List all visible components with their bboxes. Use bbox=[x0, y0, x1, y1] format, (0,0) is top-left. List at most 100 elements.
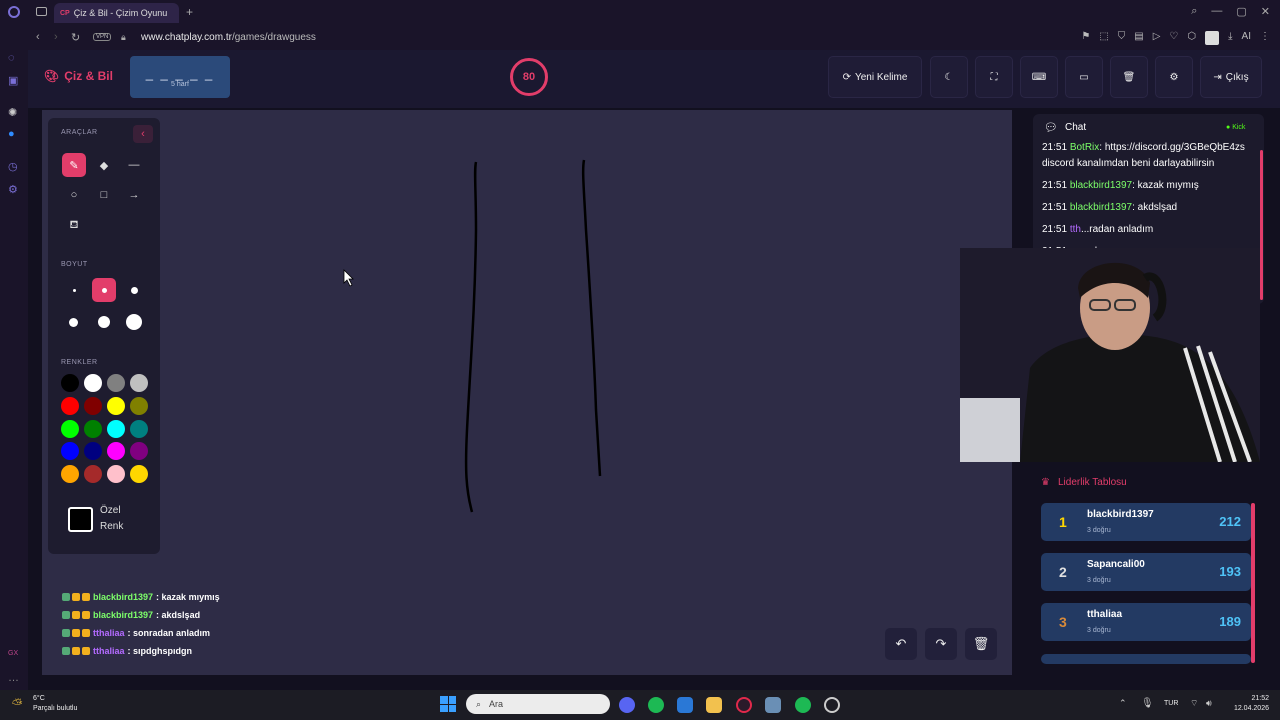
custom-color-swatch[interactable] bbox=[68, 507, 93, 532]
color-swatch[interactable] bbox=[107, 442, 125, 460]
forward-icon[interactable]: › bbox=[54, 31, 58, 43]
clock[interactable]: 21:52 12.04.2026 bbox=[1229, 694, 1269, 714]
line-tool[interactable]: — bbox=[122, 153, 146, 177]
color-swatch[interactable] bbox=[84, 420, 102, 438]
chat-username[interactable]: blackbird1397 bbox=[1070, 180, 1132, 191]
color-swatch[interactable] bbox=[130, 465, 148, 483]
color-swatch[interactable] bbox=[84, 397, 102, 415]
reload-icon[interactable]: ↻ bbox=[71, 31, 80, 44]
collapse-panel-button[interactable]: ‹ bbox=[133, 125, 153, 143]
leaderboard-row[interactable]: 2 Sapancali00 3 doğru 193 bbox=[1041, 553, 1251, 591]
spotify-icon-2[interactable] bbox=[795, 697, 811, 713]
close-icon[interactable]: ✕ bbox=[1261, 5, 1270, 18]
leaderboard-row[interactable]: 1 blackbird1397 3 doğru 212 bbox=[1041, 503, 1251, 541]
sidebar-gx-icon[interactable]: GX bbox=[8, 650, 18, 657]
color-swatch[interactable] bbox=[107, 397, 125, 415]
color-swatch[interactable] bbox=[61, 420, 79, 438]
size-option-4[interactable] bbox=[69, 318, 78, 327]
color-swatch[interactable] bbox=[130, 397, 148, 415]
weather-icon[interactable]: ⛅︎ bbox=[12, 696, 22, 712]
file-explorer-icon[interactable] bbox=[706, 697, 722, 713]
chat-username[interactable]: tthaliaa bbox=[93, 628, 125, 638]
bookmark-icon[interactable]: ⚑ bbox=[1081, 31, 1090, 45]
steam-icon[interactable] bbox=[824, 697, 840, 713]
snapshot-icon[interactable]: ⬚ bbox=[1099, 31, 1108, 45]
discord-icon[interactable] bbox=[619, 697, 635, 713]
settings-button[interactable]: ⚙ bbox=[1155, 56, 1193, 98]
taskbar-search[interactable]: ⌕ Ara bbox=[466, 694, 610, 714]
mail-icon[interactable] bbox=[677, 697, 693, 713]
maximize-icon[interactable]: ▢ bbox=[1236, 5, 1246, 18]
wallet-icon[interactable]: ▤ bbox=[1134, 31, 1143, 45]
back-icon[interactable]: ‹ bbox=[36, 31, 40, 43]
undo-button[interactable]: ↶ bbox=[885, 628, 917, 660]
microphone-icon[interactable]: 🎙︎ bbox=[1141, 698, 1154, 709]
fullscreen-button[interactable]: ⛶ bbox=[975, 56, 1013, 98]
spotify-icon[interactable] bbox=[648, 697, 664, 713]
chat-username[interactable]: blackbird1397 bbox=[93, 592, 153, 602]
new-word-button[interactable]: ⟳ Yeni Kelime bbox=[828, 56, 922, 98]
browser-tab-active[interactable]: CP Çiz & Bil - Çizim Oyunu bbox=[54, 3, 179, 23]
color-swatch[interactable] bbox=[61, 442, 79, 460]
eraser-tool[interactable]: ◆ bbox=[92, 153, 116, 177]
color-swatch[interactable] bbox=[84, 442, 102, 460]
arrow-tool[interactable]: → bbox=[122, 183, 146, 207]
archive-button[interactable]: ▭ bbox=[1065, 56, 1103, 98]
leaderboard-row[interactable]: 3 tthaliaa 3 doğru 189 bbox=[1041, 603, 1251, 641]
color-swatch[interactable] bbox=[107, 420, 125, 438]
size-option-1[interactable] bbox=[73, 289, 76, 292]
browser-logo-icon[interactable] bbox=[8, 6, 20, 18]
search-icon[interactable]: ⌕ bbox=[1191, 5, 1197, 18]
workspaces-icon[interactable] bbox=[36, 7, 47, 16]
leaderboard-scrollbar[interactable] bbox=[1251, 503, 1255, 663]
new-tab-icon[interactable]: + bbox=[186, 5, 193, 19]
color-swatch[interactable] bbox=[130, 374, 148, 392]
color-swatch[interactable] bbox=[130, 442, 148, 460]
clear-canvas-button[interactable]: 🗑︎ bbox=[965, 628, 997, 660]
extensions-icon[interactable]: ⬡ bbox=[1187, 31, 1196, 45]
chat-username[interactable]: blackbird1397 bbox=[93, 610, 153, 620]
exit-button[interactable]: ⇥ Çıkış bbox=[1200, 56, 1262, 98]
chat-username[interactable]: blackbird1397 bbox=[1070, 202, 1132, 213]
start-icon[interactable] bbox=[440, 696, 456, 712]
brush-tool[interactable]: ✎ bbox=[62, 153, 86, 177]
fill-tool[interactable]: ⛾ bbox=[62, 214, 86, 238]
size-option-2[interactable] bbox=[92, 278, 116, 302]
shield-icon[interactable]: ⛉ bbox=[1118, 31, 1126, 45]
play-icon[interactable]: ▷ bbox=[1153, 31, 1161, 45]
chat-username[interactable]: BotRix bbox=[1070, 142, 1099, 153]
speaker-icon[interactable]: 🔊︎ bbox=[1206, 698, 1212, 709]
color-swatch[interactable] bbox=[61, 397, 79, 415]
color-swatch[interactable] bbox=[107, 374, 125, 392]
rectangle-tool[interactable]: □ bbox=[92, 183, 116, 207]
weather-widget[interactable]: 6°C Parçalı bulutlu bbox=[33, 694, 77, 714]
lock-icon[interactable]: 🔒︎ bbox=[121, 32, 126, 43]
vpn-badge[interactable]: VPN bbox=[93, 33, 112, 41]
menu-icon[interactable]: ⋮ bbox=[1260, 31, 1270, 45]
delete-button[interactable]: 🗑︎ bbox=[1110, 56, 1148, 98]
color-swatch[interactable] bbox=[130, 420, 148, 438]
theme-toggle-button[interactable]: ☾ bbox=[930, 56, 968, 98]
sidebar-more-icon[interactable]: … bbox=[8, 672, 19, 684]
chat-username[interactable]: tthaliaa bbox=[93, 646, 125, 656]
avatar[interactable] bbox=[1205, 31, 1220, 45]
chat-username[interactable]: tth bbox=[1070, 224, 1081, 235]
download-icon[interactable]: ⤓ bbox=[1228, 31, 1232, 45]
color-swatch[interactable] bbox=[107, 465, 125, 483]
custom-color-label[interactable]: Özel Renk bbox=[100, 503, 123, 535]
redo-button[interactable]: ↷ bbox=[925, 628, 957, 660]
sidebar-chatgpt-icon[interactable]: ✺ bbox=[8, 106, 17, 119]
app-icon[interactable] bbox=[765, 697, 781, 713]
minimize-icon[interactable]: — bbox=[1211, 5, 1222, 18]
chevron-up-icon[interactable]: ⌃ bbox=[1119, 698, 1127, 709]
sidebar-aria-icon[interactable]: ◌ bbox=[8, 52, 15, 64]
color-swatch[interactable] bbox=[61, 374, 79, 392]
circle-tool[interactable]: ○ bbox=[62, 183, 86, 207]
size-option-5[interactable] bbox=[98, 316, 110, 328]
ai-button[interactable]: AI bbox=[1242, 31, 1251, 45]
opera-gx-icon[interactable] bbox=[736, 697, 752, 713]
sidebar-history-icon[interactable]: ◷ bbox=[8, 160, 18, 173]
wifi-icon[interactable]: ⌔ bbox=[1190, 698, 1198, 709]
color-swatch[interactable] bbox=[61, 465, 79, 483]
sidebar-settings-icon[interactable]: ⚙ bbox=[8, 183, 18, 196]
